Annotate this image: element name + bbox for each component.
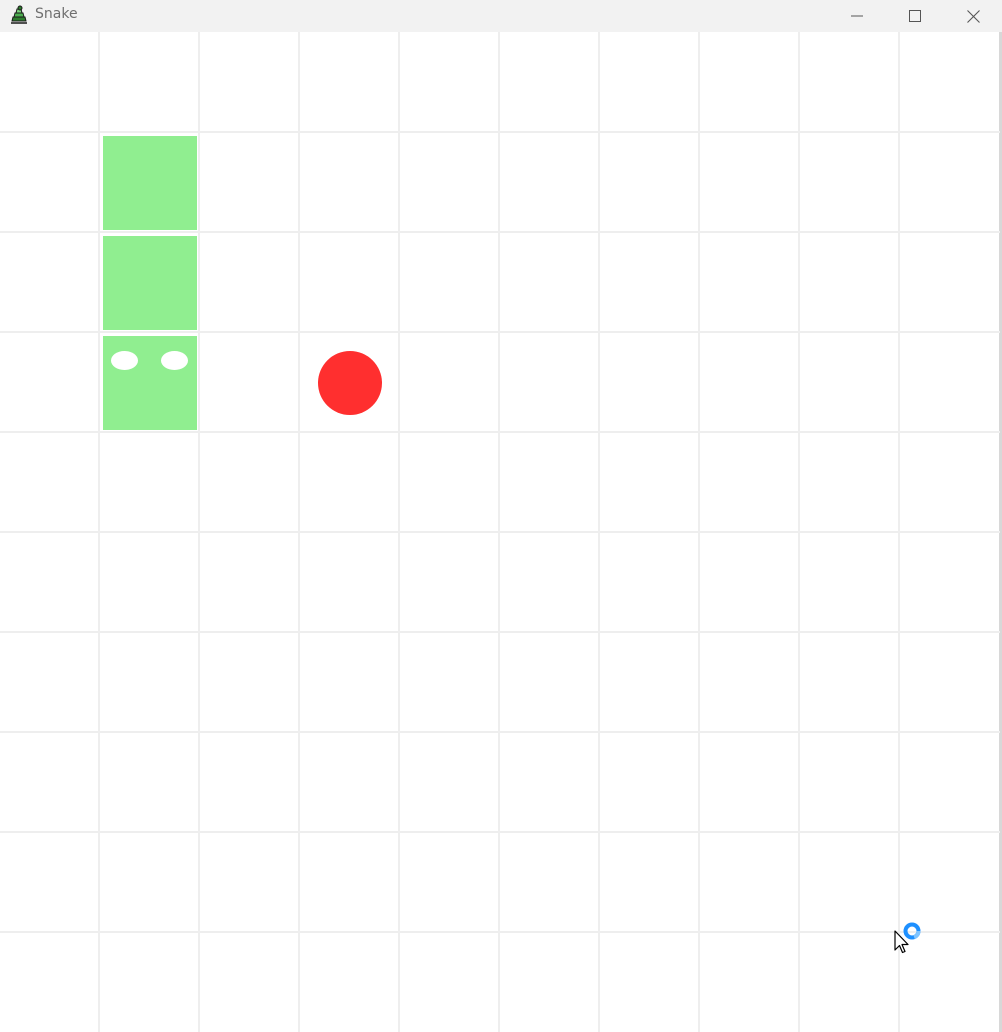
snake-window: Snake xyxy=(0,0,1002,1032)
grid-line-horizontal xyxy=(0,431,1000,433)
grid-line-horizontal xyxy=(0,531,1000,533)
snake-body-segment xyxy=(103,136,197,230)
grid-line-horizontal xyxy=(0,631,1000,633)
window-title: Snake xyxy=(35,6,78,22)
snake-body-segment xyxy=(103,236,197,330)
close-icon xyxy=(966,9,980,23)
grid-line-horizontal xyxy=(0,131,1000,133)
close-button[interactable] xyxy=(944,0,1002,32)
maximize-icon xyxy=(909,10,921,22)
game-board[interactable] xyxy=(0,32,1002,1032)
title-bar[interactable]: Snake xyxy=(0,0,1002,32)
minimize-icon xyxy=(851,15,863,17)
food-apple xyxy=(318,351,382,415)
snake-app-icon xyxy=(11,5,27,24)
maximize-button[interactable] xyxy=(886,0,944,32)
minimize-button[interactable] xyxy=(828,0,886,32)
snake-head xyxy=(103,336,197,430)
snake-eye-left xyxy=(111,351,138,370)
grid-line-horizontal xyxy=(0,331,1000,333)
grid-line-horizontal xyxy=(0,731,1000,733)
grid-line-horizontal xyxy=(0,931,1000,933)
busy-arrow-cursor-icon xyxy=(894,922,921,954)
grid-line-horizontal xyxy=(0,831,1000,833)
grid-line-horizontal xyxy=(0,231,1000,233)
snake-eye-right xyxy=(161,351,188,370)
